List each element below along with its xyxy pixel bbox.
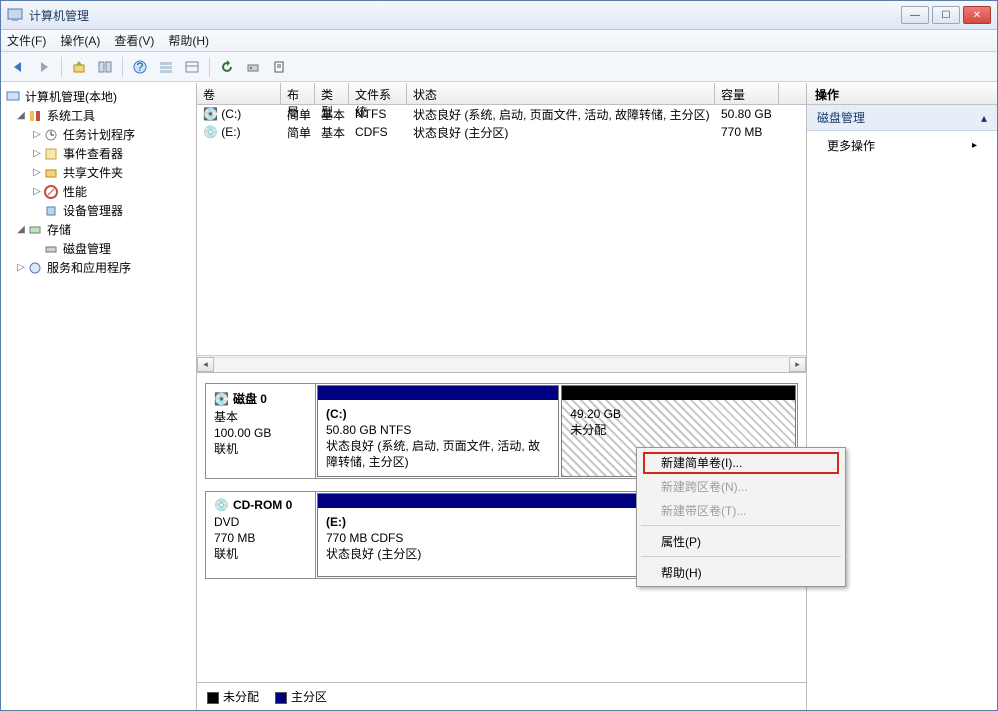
back-button[interactable] — [7, 56, 29, 78]
actions-header: 操作 — [807, 83, 997, 105]
device-icon — [43, 203, 59, 219]
volume-list: 卷 布局 类型 文件系统 状态 容量 💽 (C:) 简单 基本 NTFS 状态良… — [197, 83, 806, 373]
tree-system-tools[interactable]: ◢ 系统工具 — [3, 106, 194, 125]
window-title: 计算机管理 — [29, 7, 901, 24]
settings-disk-button[interactable] — [242, 56, 264, 78]
drive-icon: 💽 — [203, 107, 218, 121]
minimize-button[interactable]: — — [901, 6, 929, 24]
col-filesystem[interactable]: 文件系统 — [349, 83, 407, 104]
actions-section-disk-management[interactable]: 磁盘管理 ▴ — [807, 105, 997, 131]
ctx-new-simple-volume[interactable]: 新建简单卷(I)... — [639, 450, 843, 474]
tree-services-apps[interactable]: ▷ 服务和应用程序 — [3, 258, 194, 277]
collapse-icon[interactable]: ◢ — [15, 224, 27, 235]
partition-colorbar — [562, 386, 795, 400]
disc-icon: 💿 — [214, 498, 229, 512]
main-area: 计算机管理(本地) ◢ 系统工具 ▷ 任务计划程序 ▷ 事件查看器 ▷ 共享文件… — [1, 82, 997, 710]
legend: 未分配 主分区 — [197, 682, 806, 710]
computer-icon — [5, 89, 21, 105]
disk-icon: 💽 — [214, 392, 229, 406]
tree-root[interactable]: 计算机管理(本地) — [3, 87, 194, 106]
horizontal-scrollbar[interactable]: ◂ ▸ — [197, 355, 806, 372]
volume-rows: 💽 (C:) 简单 基本 NTFS 状态良好 (系统, 启动, 页面文件, 活动… — [197, 105, 806, 355]
tree-event-viewer[interactable]: ▷ 事件查看器 — [3, 144, 194, 163]
view-detail-button[interactable] — [181, 56, 203, 78]
disk-info[interactable]: 💿CD-ROM 0 DVD 770 MB 联机 — [206, 492, 316, 578]
svg-text:?: ? — [137, 60, 144, 74]
tree-shared-folders[interactable]: ▷ 共享文件夹 — [3, 163, 194, 182]
menu-action[interactable]: 操作(A) — [60, 32, 100, 49]
app-icon — [7, 7, 23, 23]
help-button[interactable]: ? — [129, 56, 151, 78]
tools-icon — [27, 108, 43, 124]
partition-colorbar — [318, 386, 558, 400]
col-capacity[interactable]: 容量 — [715, 83, 779, 104]
col-layout[interactable]: 布局 — [281, 83, 315, 104]
expand-icon[interactable]: ▷ — [31, 148, 43, 159]
expand-icon[interactable]: ▷ — [31, 129, 43, 140]
performance-icon — [43, 184, 59, 200]
ctx-new-spanned-volume: 新建跨区卷(N)... — [639, 474, 843, 498]
ctx-new-striped-volume: 新建带区卷(T)... — [639, 498, 843, 522]
expand-icon[interactable]: ▷ — [15, 262, 27, 273]
ctx-help[interactable]: 帮助(H) — [639, 560, 843, 584]
toolbar: ? — [1, 52, 997, 82]
actions-pane: 操作 磁盘管理 ▴ 更多操作 ▸ — [807, 83, 997, 710]
collapse-icon[interactable]: ◢ — [15, 110, 27, 121]
toolbar-separator — [122, 57, 123, 77]
chevron-right-icon: ▸ — [972, 140, 977, 151]
refresh-button[interactable] — [216, 56, 238, 78]
storage-icon — [27, 222, 43, 238]
panes-button[interactable] — [94, 56, 116, 78]
expand-icon[interactable]: ▷ — [31, 186, 43, 197]
services-icon — [27, 260, 43, 276]
toolbar-separator — [209, 57, 210, 77]
tree-device-manager[interactable]: ▷ 设备管理器 — [3, 201, 194, 220]
menu-help[interactable]: 帮助(H) — [168, 32, 209, 49]
tree-disk-management[interactable]: ▷ 磁盘管理 — [3, 239, 194, 258]
disk-icon — [43, 241, 59, 257]
menu-file[interactable]: 文件(F) — [7, 32, 46, 49]
expand-icon[interactable]: ▷ — [31, 167, 43, 178]
disc-icon: 💿 — [203, 125, 218, 139]
swatch-unallocated — [207, 692, 219, 704]
context-separator — [641, 556, 841, 557]
col-status[interactable]: 状态 — [407, 83, 715, 104]
scroll-right-button[interactable]: ▸ — [789, 357, 806, 372]
clock-icon — [43, 127, 59, 143]
folder-share-icon — [43, 165, 59, 181]
properties-button[interactable] — [268, 56, 290, 78]
partition-c[interactable]: (C:) 50.80 GB NTFS 状态良好 (系统, 启动, 页面文件, 活… — [317, 385, 559, 477]
tree-pane[interactable]: 计算机管理(本地) ◢ 系统工具 ▷ 任务计划程序 ▷ 事件查看器 ▷ 共享文件… — [1, 83, 197, 710]
tree-task-scheduler[interactable]: ▷ 任务计划程序 — [3, 125, 194, 144]
scroll-track[interactable] — [214, 357, 789, 372]
col-volume[interactable]: 卷 — [197, 83, 281, 104]
up-button[interactable] — [68, 56, 90, 78]
ctx-properties[interactable]: 属性(P) — [639, 529, 843, 553]
forward-button[interactable] — [33, 56, 55, 78]
menu-view[interactable]: 查看(V) — [114, 32, 154, 49]
context-separator — [641, 525, 841, 526]
actions-more[interactable]: 更多操作 ▸ — [807, 131, 997, 160]
col-type[interactable]: 类型 — [315, 83, 349, 104]
volume-row[interactable]: 💿 (E:) 简单 基本 CDFS 状态良好 (主分区) 770 MB — [197, 123, 806, 141]
toolbar-separator — [61, 57, 62, 77]
tree-performance[interactable]: ▷ 性能 — [3, 182, 194, 201]
swatch-primary — [275, 692, 287, 704]
maximize-button[interactable]: ☐ — [932, 6, 960, 24]
view-list-button[interactable] — [155, 56, 177, 78]
event-icon — [43, 146, 59, 162]
chevron-up-icon: ▴ — [981, 111, 987, 125]
scroll-left-button[interactable]: ◂ — [197, 357, 214, 372]
window-controls: — ☐ ✕ — [901, 6, 991, 24]
middle-pane: 卷 布局 类型 文件系统 状态 容量 💽 (C:) 简单 基本 NTFS 状态良… — [197, 83, 807, 710]
title-bar: 计算机管理 — ☐ ✕ — [1, 1, 997, 30]
context-menu: 新建简单卷(I)... 新建跨区卷(N)... 新建带区卷(T)... 属性(P… — [636, 447, 846, 587]
disk-info[interactable]: 💽磁盘 0 基本 100.00 GB 联机 — [206, 384, 316, 478]
tree-storage[interactable]: ◢ 存储 — [3, 220, 194, 239]
menu-bar: 文件(F) 操作(A) 查看(V) 帮助(H) — [1, 30, 997, 52]
volume-list-header: 卷 布局 类型 文件系统 状态 容量 — [197, 83, 806, 105]
close-button[interactable]: ✕ — [963, 6, 991, 24]
volume-row[interactable]: 💽 (C:) 简单 基本 NTFS 状态良好 (系统, 启动, 页面文件, 活动… — [197, 105, 806, 123]
